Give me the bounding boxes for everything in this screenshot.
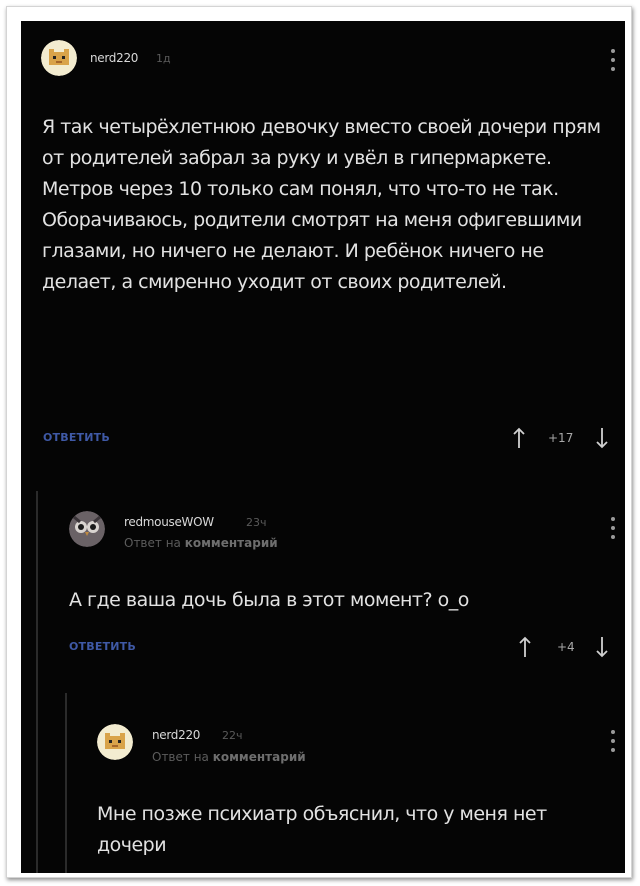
reply-to-prefix: Ответ на — [152, 750, 209, 764]
reply-to-target-link[interactable]: комментарий — [213, 750, 306, 764]
reply-to-label: Ответ на комментарий — [124, 536, 278, 550]
reply-to-label: Ответ на комментарий — [152, 750, 306, 764]
arrow-up-icon[interactable] — [518, 636, 532, 658]
kebab-menu-icon[interactable] — [611, 49, 615, 71]
comment-3: nerd220 22ч Ответ на комментарий Мне поз… — [21, 693, 625, 873]
kebab-menu-icon[interactable] — [611, 517, 615, 539]
username[interactable]: nerd220 — [152, 728, 200, 742]
pixel-cat-avatar-icon[interactable] — [41, 40, 77, 76]
comment-1: nerd220 1д Я так четырёхлетнюю девочку в… — [21, 21, 625, 481]
photo-frame: nerd220 1д Я так четырёхлетнюю девочку в… — [6, 6, 632, 878]
vote-score: +17 — [548, 431, 574, 445]
owl-avatar-icon[interactable] — [69, 511, 105, 547]
reply-to-prefix: Ответ на — [124, 536, 181, 550]
comment-text: Я так четырёхлетнюю девочку вместо своей… — [42, 116, 601, 293]
username[interactable]: nerd220 — [90, 51, 138, 65]
kebab-menu-icon[interactable] — [611, 730, 615, 752]
comment-text: А где ваша дочь была в этот момент? о_о — [69, 589, 469, 611]
comment-2: redmouseWOW 23ч Ответ на комментарий А г… — [21, 491, 625, 691]
reply-to-target-link[interactable]: комментарий — [185, 536, 278, 550]
pixel-cat-avatar-icon[interactable] — [97, 724, 133, 760]
arrow-up-icon[interactable] — [512, 427, 526, 449]
comment-text: Мне позже психиатр объяснил, что у меня … — [97, 803, 547, 856]
username[interactable]: redmouseWOW — [124, 515, 214, 529]
comment-time: 22ч — [222, 729, 243, 742]
reply-button[interactable]: ОТВЕТИТЬ — [43, 431, 110, 444]
vote-score: +4 — [557, 640, 575, 654]
comments-screen: nerd220 1д Я так четырёхлетнюю девочку в… — [21, 21, 625, 873]
comment-time: 1д — [156, 52, 171, 65]
arrow-down-icon[interactable] — [595, 636, 609, 658]
reply-button[interactable]: ОТВЕТИТЬ — [69, 640, 136, 653]
arrow-down-icon[interactable] — [595, 427, 609, 449]
comment-time: 23ч — [246, 516, 267, 529]
